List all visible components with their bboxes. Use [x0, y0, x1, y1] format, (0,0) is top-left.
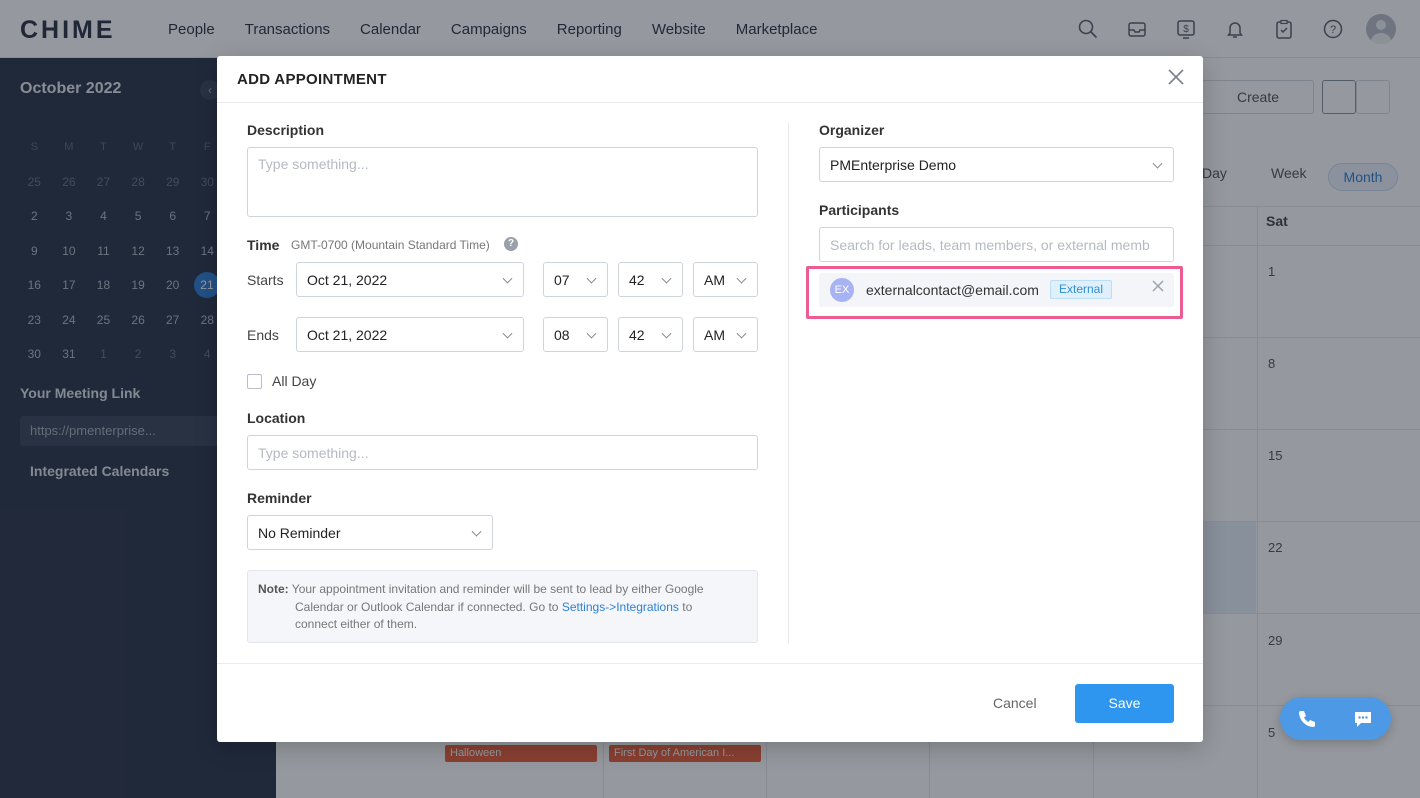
all-day-checkbox[interactable]	[247, 374, 262, 389]
end-hour-select[interactable]: 08	[543, 317, 608, 352]
save-button[interactable]: Save	[1075, 684, 1174, 723]
start-ampm-value: AM	[704, 271, 725, 288]
end-date-value: Oct 21, 2022	[307, 326, 388, 343]
end-ampm-select[interactable]: AM	[693, 317, 758, 352]
integration-note: Note: Your appointment invitation and re…	[247, 570, 758, 643]
end-hour-value: 08	[554, 326, 570, 343]
modal-header: ADD APPOINTMENT	[217, 56, 1203, 103]
chevron-down-icon	[502, 273, 513, 284]
location-field[interactable]: Type something...	[247, 435, 758, 470]
all-day-label[interactable]: All Day	[272, 373, 316, 389]
chevron-down-icon	[736, 328, 747, 339]
note-line-2: Calendar or Outlook Calendar if connecte…	[295, 599, 559, 614]
close-icon[interactable]	[1165, 68, 1187, 90]
chevron-down-icon	[586, 273, 597, 284]
reminder-label: Reminder	[247, 490, 312, 506]
chevron-down-icon	[1152, 158, 1163, 169]
end-date-select[interactable]: Oct 21, 2022	[296, 317, 524, 352]
chevron-down-icon	[736, 273, 747, 284]
settings-integrations-link[interactable]: Settings->Integrations	[562, 600, 679, 614]
note-line-1: Your appointment invitation and reminder…	[291, 582, 704, 596]
column-divider	[788, 122, 789, 644]
modal-footer-divider	[217, 663, 1203, 664]
chevron-down-icon	[471, 526, 482, 537]
chevron-down-icon	[661, 328, 672, 339]
start-minute-value: 42	[629, 271, 645, 288]
description-field[interactable]: Type something...	[247, 147, 758, 217]
timezone-text: GMT-0700 (Mountain Standard Time)	[291, 238, 490, 252]
participants-label: Participants	[819, 202, 900, 218]
end-ampm-value: AM	[704, 326, 725, 343]
contact-fab[interactable]	[1280, 697, 1391, 740]
start-date-value: Oct 21, 2022	[307, 271, 388, 288]
ends-label: Ends	[247, 327, 279, 343]
note-line-2-end: to	[682, 599, 693, 614]
description-label: Description	[247, 122, 325, 138]
note-line-3: connect either of them.	[295, 617, 418, 631]
chevron-down-icon	[502, 328, 513, 339]
organizer-value: PMEnterprise Demo	[830, 156, 957, 173]
start-ampm-select[interactable]: AM	[693, 262, 758, 297]
cancel-button[interactable]: Cancel	[993, 695, 1037, 711]
modal-title: ADD APPOINTMENT	[237, 71, 387, 88]
end-minute-value: 42	[629, 326, 645, 343]
note-prefix: Note:	[258, 582, 289, 596]
end-minute-select[interactable]: 42	[618, 317, 683, 352]
start-date-select[interactable]: Oct 21, 2022	[296, 262, 524, 297]
starts-label: Starts	[247, 272, 284, 288]
start-hour-value: 07	[554, 271, 570, 288]
participants-placeholder: Search for leads, team members, or exter…	[830, 236, 1150, 253]
participant-highlight-box	[806, 266, 1183, 319]
reminder-value: No Reminder	[258, 524, 341, 541]
chat-icon[interactable]	[1352, 708, 1374, 730]
start-hour-select[interactable]: 07	[543, 262, 608, 297]
location-placeholder: Type something...	[258, 444, 369, 461]
help-icon[interactable]: ?	[504, 237, 518, 251]
chevron-down-icon	[661, 273, 672, 284]
add-appointment-modal: ADD APPOINTMENT Description Type somethi…	[217, 56, 1203, 742]
organizer-label: Organizer	[819, 122, 885, 138]
time-label: Time	[247, 237, 280, 253]
description-placeholder: Type something...	[258, 156, 369, 172]
organizer-select[interactable]: PMEnterprise Demo	[819, 147, 1174, 182]
participants-search-input[interactable]: Search for leads, team members, or exter…	[819, 227, 1174, 262]
chevron-down-icon	[586, 328, 597, 339]
reminder-select[interactable]: No Reminder	[247, 515, 493, 550]
start-minute-select[interactable]: 42	[618, 262, 683, 297]
phone-icon[interactable]	[1296, 708, 1318, 730]
location-label: Location	[247, 410, 306, 426]
